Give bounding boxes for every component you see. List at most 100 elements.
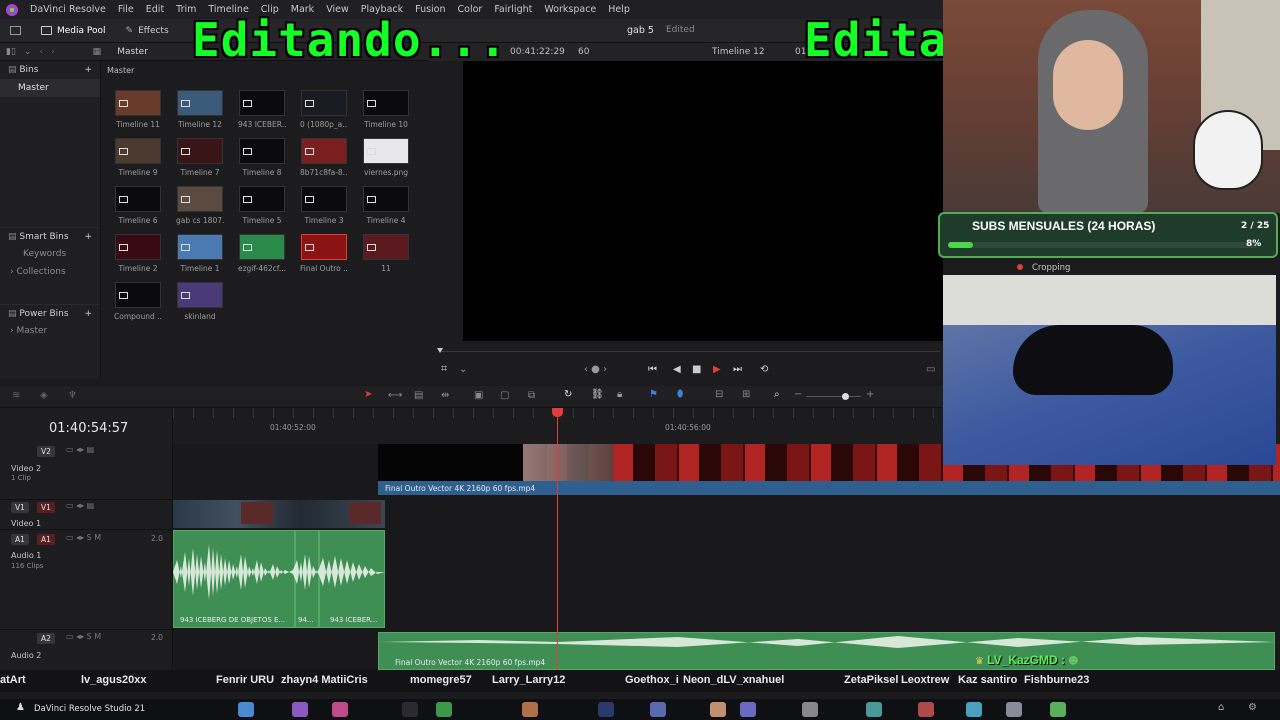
app-user-icon[interactable]: ♟: [16, 702, 25, 713]
add-bin-icon[interactable]: +: [84, 65, 92, 75]
media-clip[interactable]: Final Outro ...: [300, 234, 348, 273]
taskbar-app-icon[interactable]: [966, 702, 982, 717]
zoom-detail-icon[interactable]: ⊞: [742, 389, 750, 400]
viewer-timeline-name[interactable]: Timeline 12: [712, 47, 765, 57]
taskbar-app-icon[interactable]: [1050, 702, 1066, 717]
menu-help[interactable]: Help: [602, 4, 636, 15]
zoom-full-icon[interactable]: ⊟: [715, 389, 723, 400]
taskbar-app-icon[interactable]: [238, 702, 254, 717]
zoom-custom-icon[interactable]: ⌕: [774, 389, 780, 400]
scrubber-handle[interactable]: [437, 348, 443, 353]
smart-bin-collections[interactable]: › Collections: [0, 263, 100, 281]
play-icon[interactable]: ▶: [713, 364, 721, 375]
track-v2-icons[interactable]: ▭ ◂▸ ▤: [66, 445, 94, 454]
selection-tool-icon[interactable]: ➤: [364, 389, 372, 400]
loop-icon[interactable]: ⟲: [760, 364, 768, 375]
media-pool-button[interactable]: Media Pool: [31, 19, 116, 43]
viewer-screen[interactable]: [463, 61, 943, 341]
playhead-handle[interactable]: [552, 408, 563, 417]
media-clip[interactable]: Timeline 9: [114, 138, 162, 177]
media-clip[interactable]: Timeline 12: [176, 90, 224, 129]
zoom-slider-handle[interactable]: [842, 393, 849, 400]
track-header-a2[interactable]: A2 ▭ ◂▸ S M 2.0 Audio 2: [0, 630, 173, 670]
media-clip[interactable]: 8b71c8fa-8...: [300, 138, 348, 177]
menu-workspace[interactable]: Workspace: [538, 4, 602, 15]
forward-icon[interactable]: ›: [51, 47, 55, 57]
media-clip[interactable]: Timeline 3: [300, 186, 348, 225]
trim-tool-icon[interactable]: ⟷: [388, 390, 402, 401]
chevron-down-icon[interactable]: ⌄: [459, 364, 467, 375]
media-clip[interactable]: Timeline 6: [114, 186, 162, 225]
taskbar-app-icon[interactable]: [740, 702, 756, 717]
track-code-v2[interactable]: V2: [37, 446, 55, 457]
grid-view-icon[interactable]: ▦: [93, 47, 102, 57]
sidebar-toggle-icon[interactable]: ▮▯: [6, 47, 16, 57]
menu-file[interactable]: File: [112, 4, 140, 15]
media-clip[interactable]: 0 (1080p_a...: [300, 90, 348, 129]
taskbar-app-icon[interactable]: [650, 702, 666, 717]
media-clip[interactable]: Timeline 5: [238, 186, 286, 225]
smart-bin-keywords[interactable]: Keywords: [0, 245, 100, 263]
track-dest-a1[interactable]: A1: [11, 534, 29, 545]
dynamic-trim-icon[interactable]: ▤: [414, 390, 423, 401]
v2-clip-black[interactable]: [378, 444, 523, 481]
stop-icon[interactable]: ■: [692, 364, 701, 375]
bin-item-master[interactable]: Master: [0, 79, 100, 97]
menu-edit[interactable]: Edit: [140, 4, 170, 15]
taskbar-app-icon[interactable]: [292, 702, 308, 717]
taskbar-app-icon[interactable]: [332, 702, 348, 717]
overwrite-clip-icon[interactable]: ▢: [500, 390, 509, 401]
track-code-a2[interactable]: A2: [37, 633, 55, 644]
snapping-icon[interactable]: ↻: [564, 389, 572, 400]
track-code-v1[interactable]: V1: [37, 502, 55, 513]
taskbar-app-icon[interactable]: [802, 702, 818, 717]
taskbar-app-icon[interactable]: [866, 702, 882, 717]
track-header-a1[interactable]: A1 A1 ▭ ◂▸ S M 2.0 Audio 1 116 Clips: [0, 530, 173, 630]
panel-toggle-button[interactable]: [0, 19, 31, 43]
taskbar-app-icon[interactable]: [1006, 702, 1022, 717]
blade-tool-icon[interactable]: ⇹: [441, 390, 449, 401]
track-a1-icons[interactable]: ▭ ◂▸ S M: [66, 533, 101, 542]
media-clip[interactable]: skinland: [176, 282, 224, 321]
microphone-icon[interactable]: ♆: [68, 390, 77, 401]
taskbar-app-icon[interactable]: [598, 702, 614, 717]
chevron-down-icon[interactable]: ⌄: [24, 47, 32, 57]
taskbar-app-icon[interactable]: [522, 702, 538, 717]
media-clip[interactable]: Timeline 10: [362, 90, 410, 129]
media-clip[interactable]: Compound ...: [114, 282, 162, 321]
zoom-in-icon[interactable]: +: [866, 389, 874, 400]
v2-clip-fade-frames[interactable]: [523, 444, 613, 481]
media-clip[interactable]: 943 ICEBER...: [238, 90, 286, 129]
marker-icon[interactable]: ⬮: [677, 389, 683, 400]
effects-button[interactable]: ✎ Effects: [116, 19, 179, 43]
track-dest-v1[interactable]: V1: [11, 502, 29, 513]
lock-icon[interactable]: 🔒︎: [617, 389, 622, 400]
track-header-v2[interactable]: V2 ▭ ◂▸ ▤ Video 2 1 Clip: [0, 444, 173, 500]
power-bin-master[interactable]: › Master: [0, 322, 100, 340]
media-clip[interactable]: Timeline 8: [238, 138, 286, 177]
link-icon[interactable]: ⛓: [591, 389, 604, 400]
add-power-bin-icon[interactable]: +: [84, 309, 92, 319]
media-clip[interactable]: ezgif-462cf...: [238, 234, 286, 273]
crop-icon[interactable]: ⌗: [441, 362, 447, 376]
step-back-icon[interactable]: ◀: [673, 364, 681, 375]
taskbar-app-icon[interactable]: [402, 702, 418, 717]
track-header-v1[interactable]: V1 V1 ▭ ◂▸ ▤ Video 1: [0, 500, 173, 530]
media-clip[interactable]: Timeline 4: [362, 186, 410, 225]
media-clip[interactable]: Timeline 2: [114, 234, 162, 273]
home-icon[interactable]: ⌂: [1218, 702, 1224, 713]
taskbar-app-label[interactable]: DaVinci Resolve Studio 21: [34, 704, 145, 714]
taskbar-app-icon[interactable]: [918, 702, 934, 717]
audio-meter-icon[interactable]: ◈: [40, 390, 48, 401]
skip-end-icon[interactable]: ⏭: [733, 364, 742, 375]
taskbar-app-icon[interactable]: [436, 702, 452, 717]
taskbar-app-icon[interactable]: [710, 702, 726, 717]
flag-icon[interactable]: ⚑: [649, 389, 658, 400]
settings-icon[interactable]: ⚙: [1248, 702, 1257, 713]
insert-clip-icon[interactable]: ▣: [474, 390, 483, 401]
media-clip[interactable]: Timeline 7: [176, 138, 224, 177]
track-a2-icons[interactable]: ▭ ◂▸ S M: [66, 632, 101, 641]
add-smart-bin-icon[interactable]: +: [84, 232, 92, 242]
track-code-a1[interactable]: A1: [37, 534, 55, 545]
jog-control[interactable]: ‹ ● ›: [584, 364, 607, 375]
